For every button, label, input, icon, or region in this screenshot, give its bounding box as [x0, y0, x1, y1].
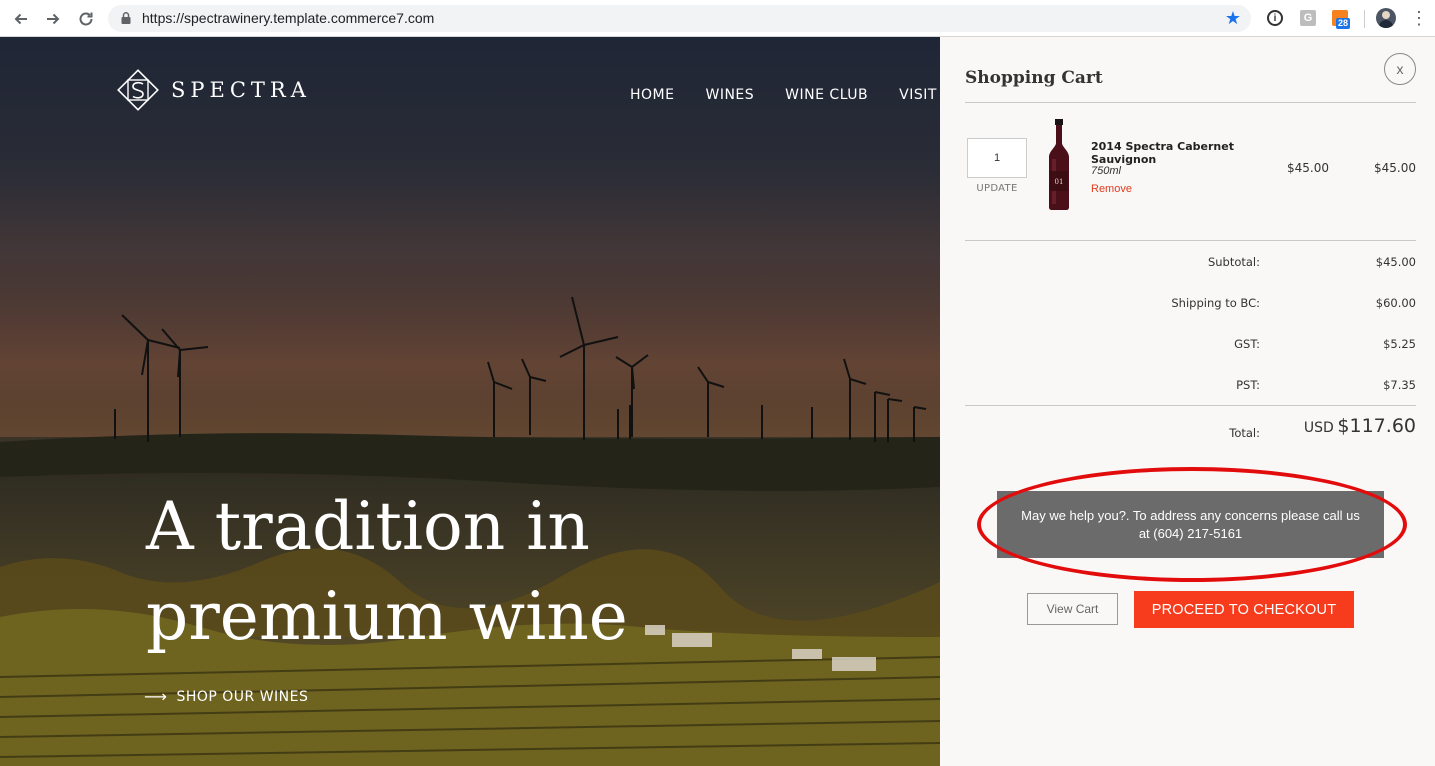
extension-badge: 28: [1336, 18, 1351, 29]
nav-home[interactable]: HOME: [630, 87, 674, 103]
nav-wines[interactable]: WINES: [705, 87, 754, 103]
bottle-label: 01: [1055, 178, 1064, 186]
lock-icon: [121, 12, 131, 24]
summary-value: $60.00: [1375, 296, 1416, 310]
total-currency: USD: [1303, 420, 1334, 436]
total-value: USD $117.60: [1304, 415, 1416, 437]
cart-header-divider: [965, 102, 1416, 103]
extension-g-label: G: [1300, 10, 1316, 26]
browser-toolbar: https://spectrawinery.template.commerce7…: [0, 0, 1435, 37]
line-total: $45.00: [1374, 161, 1416, 175]
item-divider: [965, 240, 1416, 241]
bookmark-star-icon[interactable]: ★: [1225, 8, 1241, 28]
view-cart-button[interactable]: View Cart: [1027, 593, 1118, 625]
product-size: 750ml: [1091, 165, 1121, 177]
update-quantity-button[interactable]: UPDATE: [967, 183, 1027, 194]
shopping-cart-drawer: Shopping Cart x 1 UPDATE 01 2014 Spectra…: [940, 37, 1435, 766]
summary-label: GST:: [1234, 337, 1260, 351]
rss-extension-icon[interactable]: 28: [1330, 8, 1351, 29]
shop-link-label: SHOP OUR WINES: [176, 688, 309, 705]
more-menu-icon[interactable]: ⋮: [1410, 8, 1428, 28]
summary-value: $5.25: [1383, 337, 1416, 351]
reload-icon[interactable]: [74, 7, 98, 31]
spectra-logo[interactable]: SPECTRA: [115, 67, 311, 113]
toolbar-divider: [1364, 10, 1365, 28]
nav-visit[interactable]: VISIT: [899, 87, 937, 103]
profile-avatar[interactable]: [1376, 8, 1396, 28]
info-extension-icon[interactable]: i: [1265, 8, 1285, 28]
shop-our-wines-link[interactable]: ⟶ SHOP OUR WINES: [144, 687, 308, 706]
grammarly-extension-icon[interactable]: G: [1298, 8, 1318, 28]
wine-bottle-image: 01: [1049, 119, 1069, 210]
forward-arrow-icon[interactable]: [41, 7, 65, 31]
brand-name: SPECTRA: [171, 78, 311, 102]
hero-section: SPECTRA HOME WINES WINE CLUB VISIT A tra…: [0, 37, 940, 766]
spectra-logo-mark-icon: [117, 69, 159, 111]
unit-price: $45.00: [1287, 161, 1329, 175]
summary-divider: [965, 405, 1416, 406]
close-cart-button[interactable]: x: [1384, 53, 1416, 85]
summary-value: $7.35: [1383, 378, 1416, 392]
proceed-to-checkout-button[interactable]: PROCEED TO CHECKOUT: [1134, 591, 1354, 628]
total-label: Total:: [1229, 426, 1260, 440]
total-amount: $117.60: [1337, 415, 1416, 437]
back-arrow-icon[interactable]: [9, 7, 33, 31]
cart-title: Shopping Cart: [965, 68, 1103, 88]
summary-label: PST:: [1236, 378, 1260, 392]
summary-label: Shipping to BC:: [1171, 296, 1260, 310]
summary-label: Subtotal:: [1207, 255, 1260, 269]
quantity-input[interactable]: 1: [967, 138, 1027, 178]
long-arrow-right-icon: ⟶: [144, 687, 168, 706]
product-name: 2014 Spectra Cabernet Sauvignon: [1091, 140, 1234, 166]
address-bar[interactable]: https://spectrawinery.template.commerce7…: [108, 5, 1251, 32]
main-navigation: HOME WINES WINE CLUB VISIT: [630, 87, 937, 103]
hero-title: A tradition in premium wine: [146, 488, 628, 655]
summary-value: $45.00: [1375, 255, 1416, 269]
url-text: https://spectrawinery.template.commerce7…: [142, 10, 435, 26]
help-message: May we help you?. To address any concern…: [997, 491, 1384, 558]
nav-wine-club[interactable]: WINE CLUB: [785, 87, 868, 103]
remove-item-link[interactable]: Remove: [1091, 183, 1132, 195]
